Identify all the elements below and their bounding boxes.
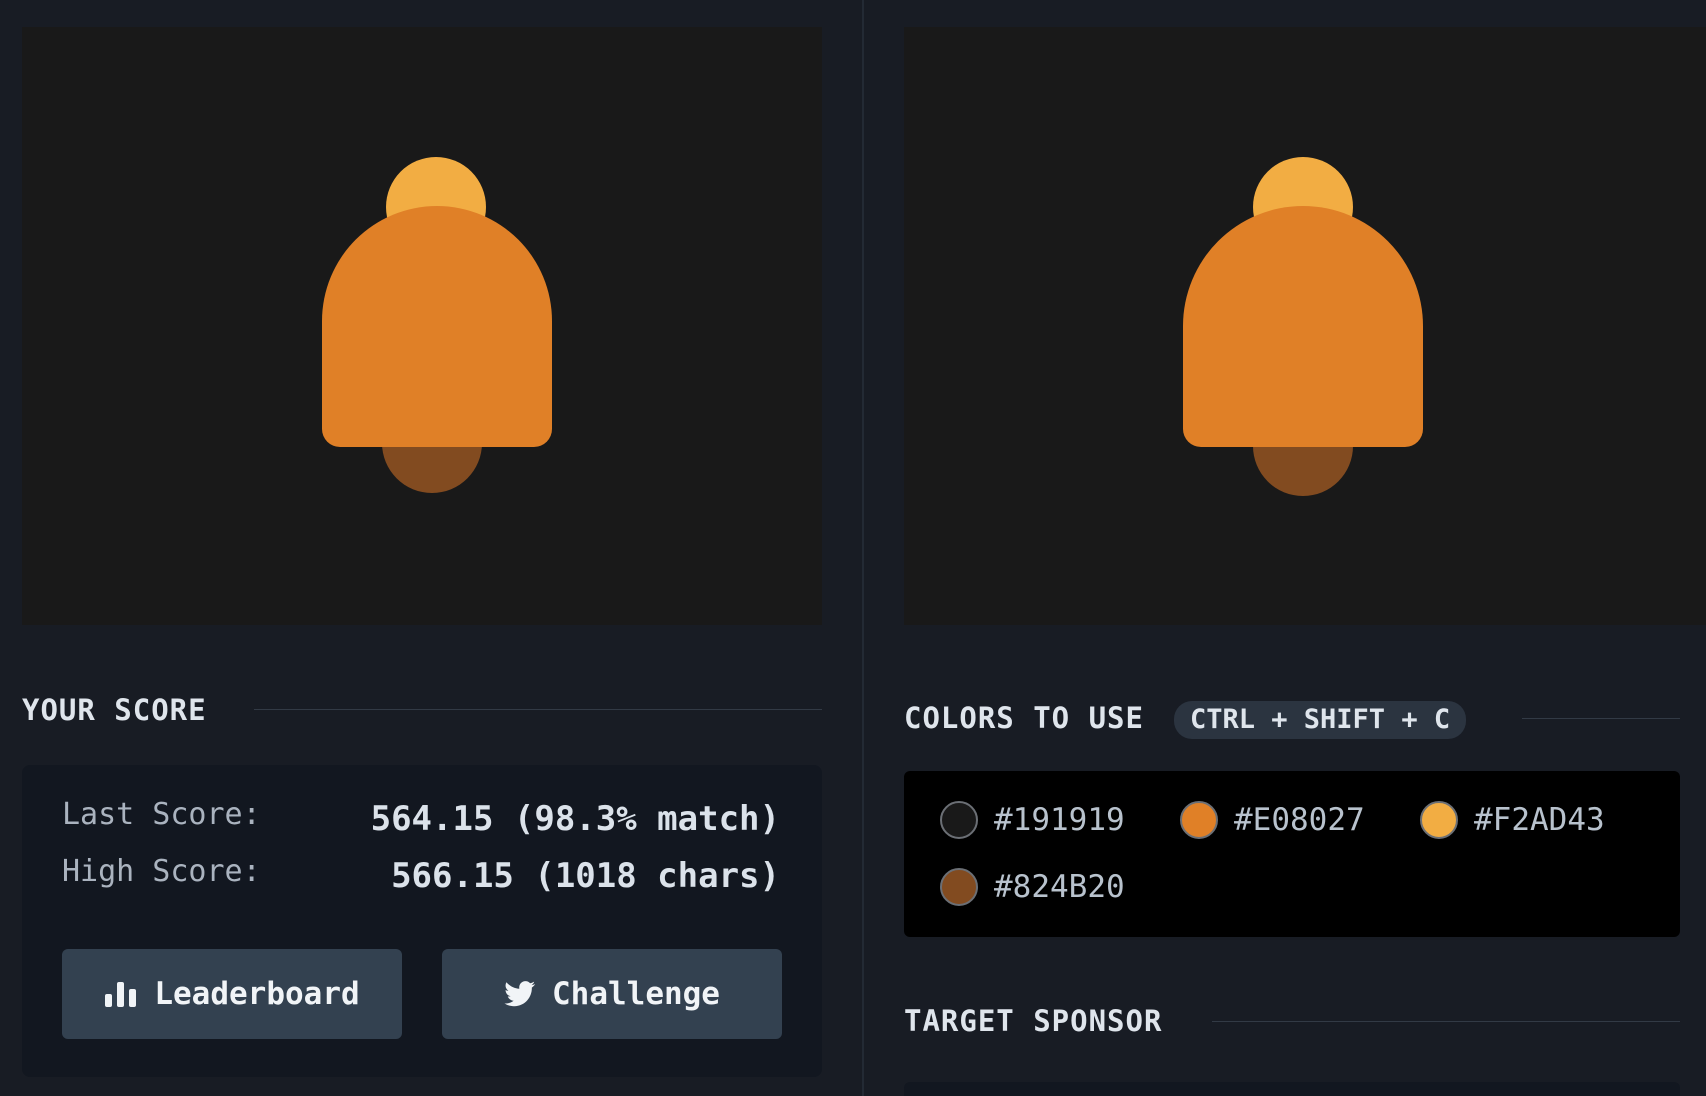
color-chip-e08027[interactable]: #E08027 (1180, 801, 1365, 839)
color-hex: #F2AD43 (1474, 802, 1605, 838)
twitter-icon (504, 981, 536, 1007)
color-chip-824b20[interactable]: #824B20 (940, 868, 1125, 906)
target-panel: COLORS TO USE CTRL + SHIFT + C #191919 #… (864, 0, 1706, 1096)
color-hex: #191919 (994, 802, 1125, 838)
color-swatch (940, 801, 978, 839)
leaderboard-button[interactable]: Leaderboard (62, 949, 402, 1039)
color-chip-191919[interactable]: #191919 (940, 801, 1125, 839)
last-score-value: 564.15 (98.3% match) (370, 799, 780, 839)
score-title-rule (254, 709, 822, 710)
color-hex: #824B20 (994, 869, 1125, 905)
sponsor-title-rule (1212, 1021, 1680, 1022)
output-panel: YOUR SCORE Last Score: 564.15 (98.3% mat… (0, 0, 862, 1096)
target-canvas (904, 27, 1706, 625)
color-swatch (940, 868, 978, 906)
last-score-label: Last Score: (62, 797, 261, 832)
challenge-label: Challenge (552, 976, 720, 1012)
high-score-label: High Score: (62, 854, 261, 889)
color-swatch (1180, 801, 1218, 839)
output-canvas (22, 27, 822, 625)
score-card: Last Score: 564.15 (98.3% match) High Sc… (22, 765, 822, 1077)
bell-body (322, 206, 552, 447)
color-palette: #191919 #E08027 #F2AD43 #824B20 (904, 771, 1680, 937)
high-score-value: 566.15 (1018 chars) (391, 856, 780, 896)
copy-colors-shortcut: CTRL + SHIFT + C (1174, 701, 1467, 739)
color-swatch (1420, 801, 1458, 839)
colors-title-rule (1522, 718, 1680, 719)
colors-title: COLORS TO USE (904, 701, 1144, 735)
leaderboard-label: Leaderboard (154, 976, 360, 1012)
sponsor-card (904, 1082, 1680, 1096)
target-bell-body (1183, 206, 1423, 447)
score-title: YOUR SCORE (22, 693, 207, 727)
sponsor-title: TARGET SPONSOR (904, 1004, 1163, 1038)
color-chip-f2ad43[interactable]: #F2AD43 (1420, 801, 1605, 839)
color-hex: #E08027 (1234, 802, 1365, 838)
challenge-button[interactable]: Challenge (442, 949, 782, 1039)
bar-chart-icon (104, 980, 138, 1008)
